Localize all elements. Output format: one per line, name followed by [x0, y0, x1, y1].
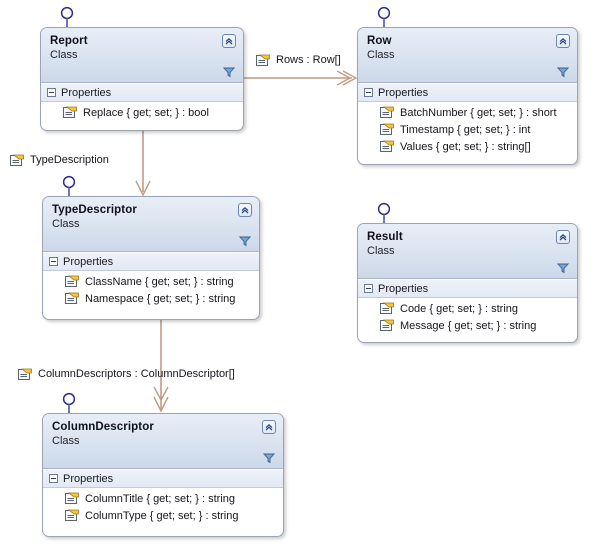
class-header: Result Class: [358, 224, 577, 279]
class-name: Report: [50, 35, 88, 47]
compartment-title: Properties: [63, 472, 114, 485]
compartment-title: Properties: [61, 86, 112, 99]
member-label: Code { get; set; } : string: [400, 302, 519, 315]
class-shape-row[interactable]: Row Class Properties BatchNumber {get; …: [357, 27, 578, 165]
class-shape-report[interactable]: Report Class Properties Replace {get; s…: [40, 27, 244, 131]
compartment-header[interactable]: Properties: [358, 83, 577, 102]
property-icon: [256, 54, 270, 67]
class-stereotype: Class: [50, 49, 78, 61]
double-chevron-up-icon[interactable]: [262, 420, 276, 434]
member-row[interactable]: ColumnType { get; set; } : string: [43, 507, 283, 524]
member-row[interactable]: Values { get; set; } : string[]: [358, 138, 577, 155]
class-shape-typedescriptor[interactable]: TypeDescriptor Class Properties ClassNam…: [42, 196, 260, 320]
property-icon: [380, 123, 394, 136]
class-shape-columndescriptor[interactable]: ColumnDescriptor Class Properties Column…: [42, 413, 284, 537]
property-icon: [18, 368, 32, 381]
compartment-properties: Properties ColumnTitle { get; set; } : s…: [43, 469, 283, 528]
member-list: BatchNumber { get; set; } : short Timest…: [358, 102, 577, 159]
member-row[interactable]: Replace { get; set; } : bool: [41, 104, 243, 121]
property-icon: [65, 509, 79, 522]
association-label-text: ColumnDescriptors : ColumnDescriptor[]: [38, 368, 235, 380]
class-stereotype: Class: [367, 245, 395, 257]
member-label: ColumnTitle { get; set; } : string: [85, 492, 235, 505]
member-row[interactable]: ColumnTitle { get; set; } : string: [43, 490, 283, 507]
class-header: Row Class: [358, 28, 577, 83]
association-label-typedescription[interactable]: TypeDescription: [10, 154, 109, 167]
association-label-rows[interactable]: Rows : Row[]: [256, 54, 341, 67]
class-stereotype: Class: [367, 49, 395, 61]
class-header: ColumnDescriptor Class: [43, 414, 283, 469]
class-header: Report Class: [41, 28, 243, 83]
member-label: Message { get; set; } : string: [400, 319, 537, 332]
funnel-icon[interactable]: [556, 262, 569, 274]
funnel-icon[interactable]: [222, 66, 235, 78]
compartment-header[interactable]: Properties: [43, 252, 259, 271]
member-row[interactable]: Message { get; set; } : string: [358, 317, 577, 334]
compartment-header[interactable]: Properties: [358, 279, 577, 298]
compartment-properties: Properties ClassName { get; set; } : str…: [43, 252, 259, 311]
minus-box-icon[interactable]: [47, 88, 56, 97]
compartment-properties: Properties BatchNumber { get; set; } : s…: [358, 83, 577, 159]
class-name: Row: [367, 35, 392, 47]
class-stereotype: Class: [52, 218, 80, 230]
class-name: ColumnDescriptor: [52, 421, 154, 433]
class-stereotype: Class: [52, 435, 80, 447]
class-diagram-canvas: Rows : Row[] TypeDescription ColumnDescr…: [0, 0, 605, 544]
minus-box-icon[interactable]: [49, 257, 58, 266]
member-label: Timestamp { get; set; } : int: [400, 123, 531, 136]
connector-report-row: [244, 70, 358, 86]
compartment-title: Properties: [378, 86, 429, 99]
class-header: TypeDescriptor Class: [43, 197, 259, 252]
property-icon: [65, 275, 79, 288]
compartment-header[interactable]: Properties: [41, 83, 243, 102]
property-icon: [65, 292, 79, 305]
double-chevron-up-icon[interactable]: [556, 34, 570, 48]
member-label: BatchNumber { get; set; } : short: [400, 106, 557, 119]
member-row[interactable]: Namespace { get; set; } : string: [43, 290, 259, 307]
class-shape-result[interactable]: Result Class Properties Code {get; set;…: [357, 223, 578, 343]
property-icon: [380, 106, 394, 119]
funnel-icon[interactable]: [238, 235, 251, 247]
minus-box-icon[interactable]: [364, 88, 373, 97]
member-label: ColumnType { get; set; } : string: [85, 509, 239, 522]
double-chevron-up-icon[interactable]: [556, 230, 570, 244]
property-icon: [65, 492, 79, 505]
member-label: Replace { get; set; } : bool: [83, 106, 209, 119]
member-row[interactable]: ClassName { get; set; } : string: [43, 273, 259, 290]
member-list: Replace { get; set; } : bool: [41, 102, 243, 125]
member-list: ColumnTitle { get; set; } : string Colum…: [43, 488, 283, 528]
association-label-text: Rows : Row[]: [276, 54, 341, 66]
member-list: Code { get; set; } : string Message { ge…: [358, 298, 577, 338]
member-row[interactable]: Timestamp { get; set; } : int: [358, 121, 577, 138]
association-label-text: TypeDescription: [30, 154, 109, 166]
member-label: Values { get; set; } : string[]: [400, 140, 531, 153]
connector-report-typedescriptor: [135, 131, 151, 197]
double-chevron-up-icon[interactable]: [222, 34, 236, 48]
property-icon: [10, 154, 24, 167]
member-label: ClassName { get; set; } : string: [85, 275, 234, 288]
compartment-properties: Properties Replace { get; set; } : bool: [41, 83, 243, 125]
property-icon: [380, 302, 394, 315]
compartment-header[interactable]: Properties: [43, 469, 283, 488]
class-name: Result: [367, 231, 403, 243]
class-name: TypeDescriptor: [52, 204, 137, 216]
property-icon: [380, 140, 394, 153]
member-row[interactable]: BatchNumber { get; set; } : short: [358, 104, 577, 121]
member-row[interactable]: Code { get; set; } : string: [358, 300, 577, 317]
minus-box-icon[interactable]: [364, 284, 373, 293]
compartment-title: Properties: [63, 255, 114, 268]
property-icon: [380, 319, 394, 332]
compartment-properties: Properties Code { get; set; } : string M…: [358, 279, 577, 338]
member-list: ClassName { get; set; } : string Namespa…: [43, 271, 259, 311]
minus-box-icon[interactable]: [49, 474, 58, 483]
funnel-icon[interactable]: [262, 452, 275, 464]
member-label: Namespace { get; set; } : string: [85, 292, 236, 305]
compartment-title: Properties: [378, 282, 429, 295]
association-label-columndescriptors[interactable]: ColumnDescriptors : ColumnDescriptor[]: [18, 368, 235, 381]
funnel-icon[interactable]: [556, 66, 569, 78]
connector-typedescriptor-columndescriptor: [153, 320, 169, 413]
double-chevron-up-icon[interactable]: [238, 203, 252, 217]
property-icon: [63, 106, 77, 119]
